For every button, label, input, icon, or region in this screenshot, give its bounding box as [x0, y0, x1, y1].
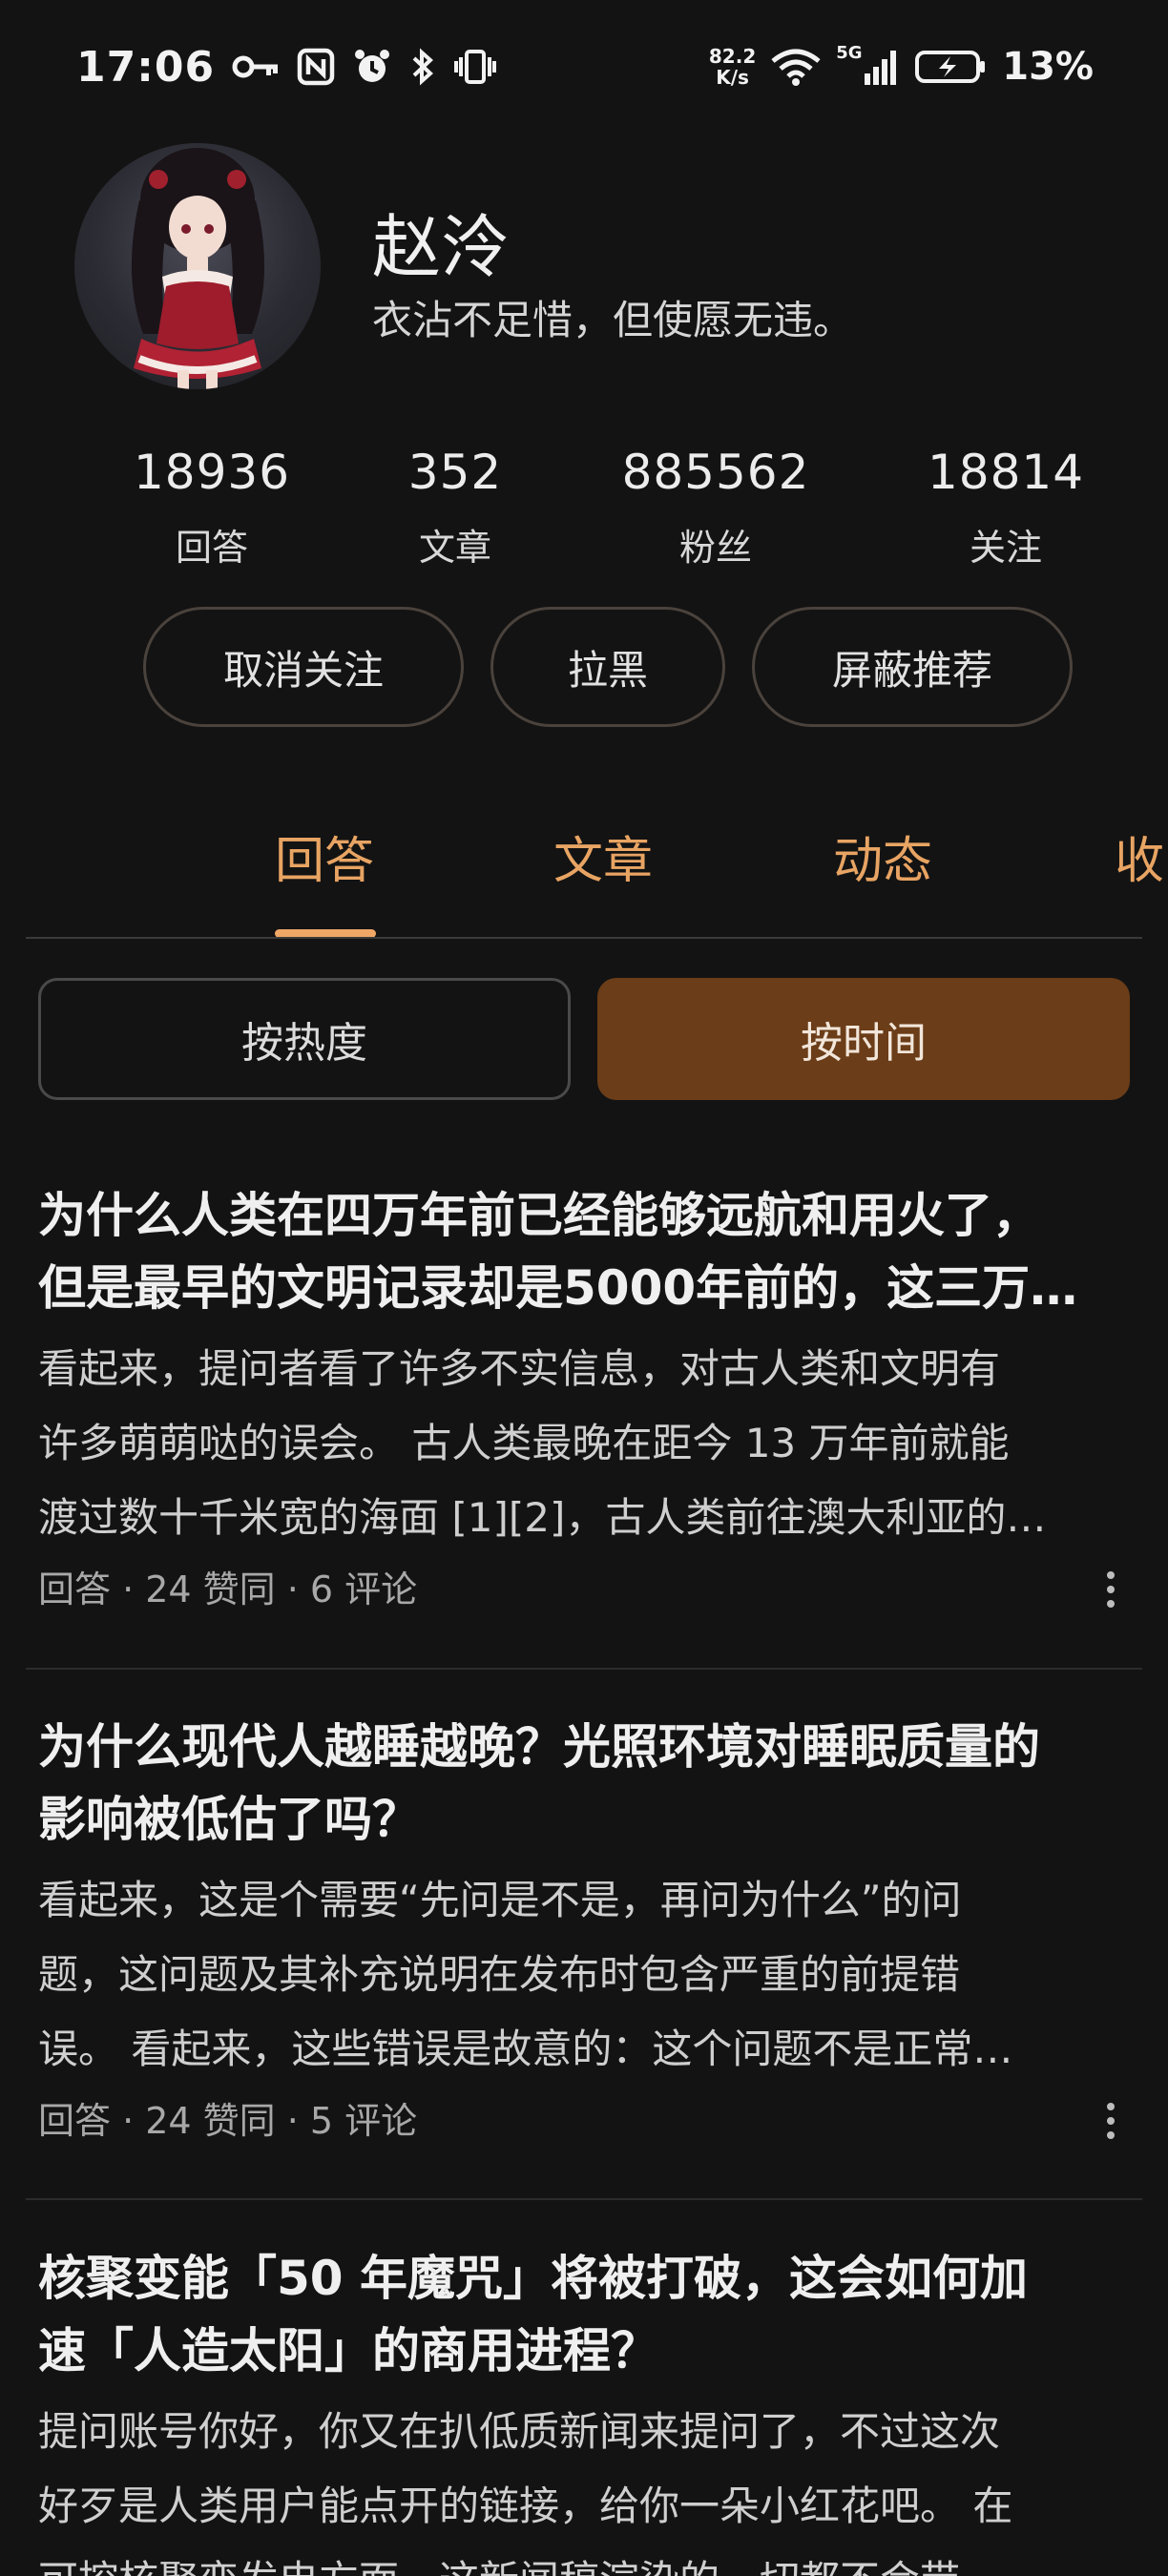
- more-options-icon[interactable]: [1107, 1571, 1115, 1608]
- sort-by-hot-button[interactable]: 按热度: [38, 978, 571, 1100]
- feed-title-line: 核聚变能「50 年魔咒」将被打破，这会如何加: [38, 2251, 1028, 2306]
- block-button[interactable]: 拉黑: [490, 607, 725, 727]
- tab-favorites[interactable]: 收: [1115, 821, 1168, 892]
- stat-followers[interactable]: 885562 粉丝: [601, 444, 830, 571]
- tab-articles[interactable]: 文章: [553, 821, 653, 892]
- feed-meta-text: 回答 · 24 赞同 · 5 评论: [38, 2100, 418, 2142]
- feed-excerpt-line: 好歹是人类用户能点开的链接，给你一朵小红花吧。 在: [38, 2483, 1013, 2529]
- stat-label: 回答: [175, 527, 248, 569]
- feed-excerpt-line: 渡过数十千米宽的海面 [1][2]，古人类前往澳大利亚的…: [38, 1494, 1047, 1541]
- feed-excerpt[interactable]: 看起来，这是个需要“先问是不是，再问为什么”的问 题，这问题及其补充说明在发布时…: [38, 1863, 1132, 2087]
- list-item[interactable]: 为什么现代人越睡越晚？光照环境对睡眠质量的 影响被低估了吗？ 看起来，这是个需要…: [38, 1711, 1132, 2150]
- bluetooth-icon: [409, 47, 436, 87]
- feed-meta: 回答 · 24 赞同 · 6 评论: [38, 1561, 1132, 1618]
- sort-by-time-button[interactable]: 按时间: [597, 978, 1130, 1100]
- divider: [26, 937, 1142, 939]
- feed-excerpt-line: 提问账号你好，你又在扒低质新闻来提问了，不过这次: [38, 2408, 1001, 2455]
- vpn-key-icon: [232, 53, 280, 80]
- profile-name: 赵泠: [372, 207, 511, 287]
- nfc-icon: [297, 48, 335, 86]
- feed-title[interactable]: 为什么现代人越睡越晚？光照环境对睡眠质量的 影响被低估了吗？: [38, 1711, 1132, 1856]
- feed-title-line: 速「人造太阳」的商用进程？: [38, 2323, 658, 2379]
- feed-meta-text: 回答 · 24 赞同 · 6 评论: [38, 1568, 418, 1610]
- alarm-icon: [352, 47, 392, 87]
- stat-value: 885562: [621, 445, 810, 500]
- network-speed: 82.2 K/s: [708, 45, 757, 89]
- feed-excerpt-line: 可控核聚变发电方面，这新闻稿渲染的一切都不会带: [38, 2544, 1132, 2576]
- cellular-signal-icon: 5G: [836, 43, 899, 87]
- feed-meta: 回答 · 24 赞同 · 5 评论: [38, 2092, 1132, 2150]
- feed-excerpt-line: 看起来，提问者看了许多不实信息，对古人类和文明有: [38, 1345, 1001, 1392]
- stat-label: 文章: [418, 527, 491, 569]
- status-bar: 17:06 82.2 K/s 5G 13%: [0, 0, 1168, 134]
- stat-value: 352: [407, 445, 503, 500]
- list-item[interactable]: 为什么人类在四万年前已经能够远航和用火了， 但是最早的文明记录却是5000年前的…: [38, 1179, 1132, 1618]
- wifi-icon: [771, 48, 821, 86]
- vibrate-icon: [453, 48, 497, 86]
- feed-title[interactable]: 为什么人类在四万年前已经能够远航和用火了， 但是最早的文明记录却是5000年前的…: [38, 1179, 1132, 1324]
- tab-answers[interactable]: 回答: [275, 821, 374, 892]
- unfollow-button[interactable]: 取消关注: [143, 607, 464, 727]
- avatar[interactable]: [74, 143, 321, 389]
- feed-title-line: 为什么人类在四万年前已经能够远航和用火了，: [38, 1188, 1040, 1243]
- stat-value: 18814: [927, 445, 1085, 500]
- feed-excerpt[interactable]: 看起来，提问者看了许多不实信息，对古人类和文明有 许多萌萌哒的误会。 古人类最晚…: [38, 1332, 1132, 1555]
- tab-activity[interactable]: 动态: [833, 821, 932, 892]
- status-time: 17:06: [76, 42, 216, 92]
- divider: [26, 1668, 1142, 1670]
- stat-value: 18936: [133, 445, 291, 500]
- feed-excerpt[interactable]: 提问账号你好，你又在扒低质新闻来提问了，不过这次 好歹是人类用户能点开的链接，给…: [38, 2395, 1132, 2576]
- more-options-icon[interactable]: [1107, 2103, 1115, 2139]
- profile-tabs: 回答 文章 动态 收: [0, 801, 1168, 940]
- feed-excerpt-line: 误。 看起来，这些错误是故意的：这个问题不是正常…: [38, 2025, 1013, 2072]
- battery-percent: 13%: [1002, 45, 1094, 89]
- stat-following[interactable]: 18814 关注: [891, 444, 1120, 571]
- feed-excerpt-line: 许多萌萌哒的误会。 古人类最晚在距今 13 万年前就能: [38, 1420, 1010, 1466]
- stat-label: 关注: [969, 527, 1042, 569]
- feed-title-line: 影响被低估了吗？: [38, 1792, 420, 1847]
- feed-title-line: 为什么现代人越睡越晚？光照环境对睡眠质量的: [38, 1719, 1040, 1775]
- battery-charging-icon: [914, 48, 987, 86]
- stat-answers[interactable]: 18936 回答: [97, 444, 326, 571]
- feed-excerpt-line: 看起来，这是个需要“先问是不是，再问为什么”的问: [38, 1877, 962, 1923]
- feed-title-line: 但是最早的文明记录却是5000年前的，这三万…: [38, 1260, 1078, 1316]
- stat-articles[interactable]: 352 文章: [341, 444, 570, 571]
- list-item[interactable]: 核聚变能「50 年魔咒」将被打破，这会如何加 速「人造太阳」的商用进程？ 提问账…: [38, 2242, 1132, 2576]
- feed-excerpt-line: 题，这问题及其补充说明在发布时包含严重的前提错: [38, 1951, 961, 1998]
- divider: [26, 2198, 1142, 2200]
- feed-title[interactable]: 核聚变能「50 年魔咒」将被打破，这会如何加 速「人造太阳」的商用进程？: [38, 2242, 1132, 2387]
- stat-label: 粉丝: [678, 527, 752, 569]
- mute-recommend-button[interactable]: 屏蔽推荐: [752, 607, 1073, 727]
- profile-bio: 衣沾不足惜，但使愿无违。: [372, 297, 854, 343]
